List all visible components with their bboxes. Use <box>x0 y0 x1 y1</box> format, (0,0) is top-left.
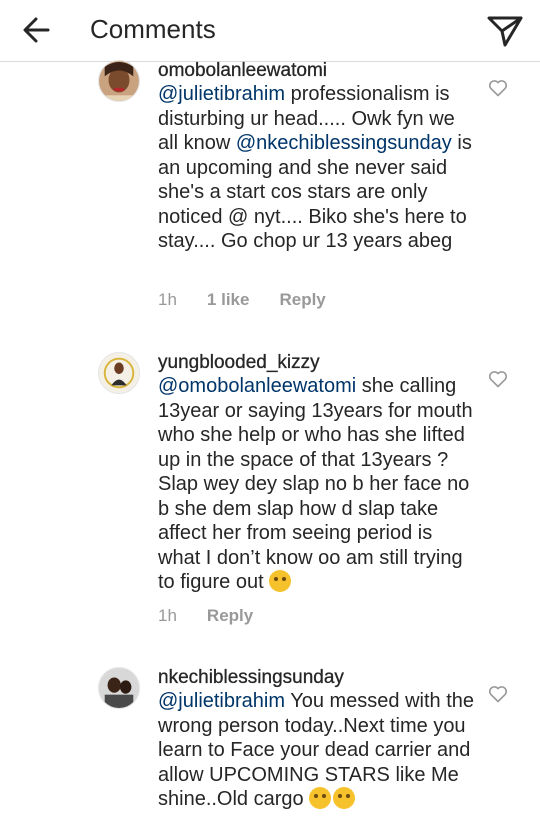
share-button[interactable] <box>484 10 526 50</box>
comment-text: @omobolanleewatomi she calling 13year or… <box>158 374 478 595</box>
heart-icon[interactable] <box>488 685 508 703</box>
reply-button[interactable]: Reply <box>279 290 325 310</box>
rolling-on-floor-laughing-emoji <box>309 787 332 809</box>
comment-text: @julietibrahim professionalism is distur… <box>158 82 478 254</box>
comment-meta: 1h Reply <box>158 606 253 626</box>
like-count[interactable]: 1 like <box>207 290 250 310</box>
user-photo <box>99 668 139 708</box>
comment-body: she calling 13year or saying 13years for… <box>158 375 473 593</box>
avatar[interactable] <box>98 60 140 102</box>
comment-text: @julietibrahim You messed with the wrong… <box>158 689 478 812</box>
rolling-on-floor-laughing-emoji <box>333 787 356 809</box>
comment-time: 1h <box>158 606 177 625</box>
mention-link[interactable]: @nkechiblessingsunday <box>236 132 452 154</box>
mention-link[interactable]: @julietibrahim <box>158 83 285 105</box>
comment-meta: 1h 1 like Reply <box>158 290 326 310</box>
mention-link[interactable]: @omobolanleewatomi <box>158 375 356 397</box>
arrow-left-icon <box>23 17 50 43</box>
user-photo <box>99 61 139 101</box>
header-bar: Comments <box>0 0 540 62</box>
comment-username[interactable]: yungblooded_kizzy <box>158 352 320 374</box>
paper-plane-icon <box>487 16 523 47</box>
page-title: Comments <box>90 14 216 44</box>
avatar[interactable] <box>98 352 140 394</box>
comment-username[interactable]: nkechiblessingsunday <box>158 667 344 689</box>
heart-icon[interactable] <box>488 370 508 388</box>
user-photo <box>99 353 139 393</box>
heart-icon[interactable] <box>488 79 508 97</box>
avatar[interactable] <box>98 667 140 709</box>
mention-link[interactable]: @julietibrahim <box>158 690 285 712</box>
comment-time: 1h <box>158 290 177 309</box>
back-button[interactable] <box>14 10 58 50</box>
thinking-face-emoji <box>269 570 292 592</box>
comment-username[interactable]: omobolanleewatomi <box>158 60 327 82</box>
reply-button[interactable]: Reply <box>207 606 253 626</box>
